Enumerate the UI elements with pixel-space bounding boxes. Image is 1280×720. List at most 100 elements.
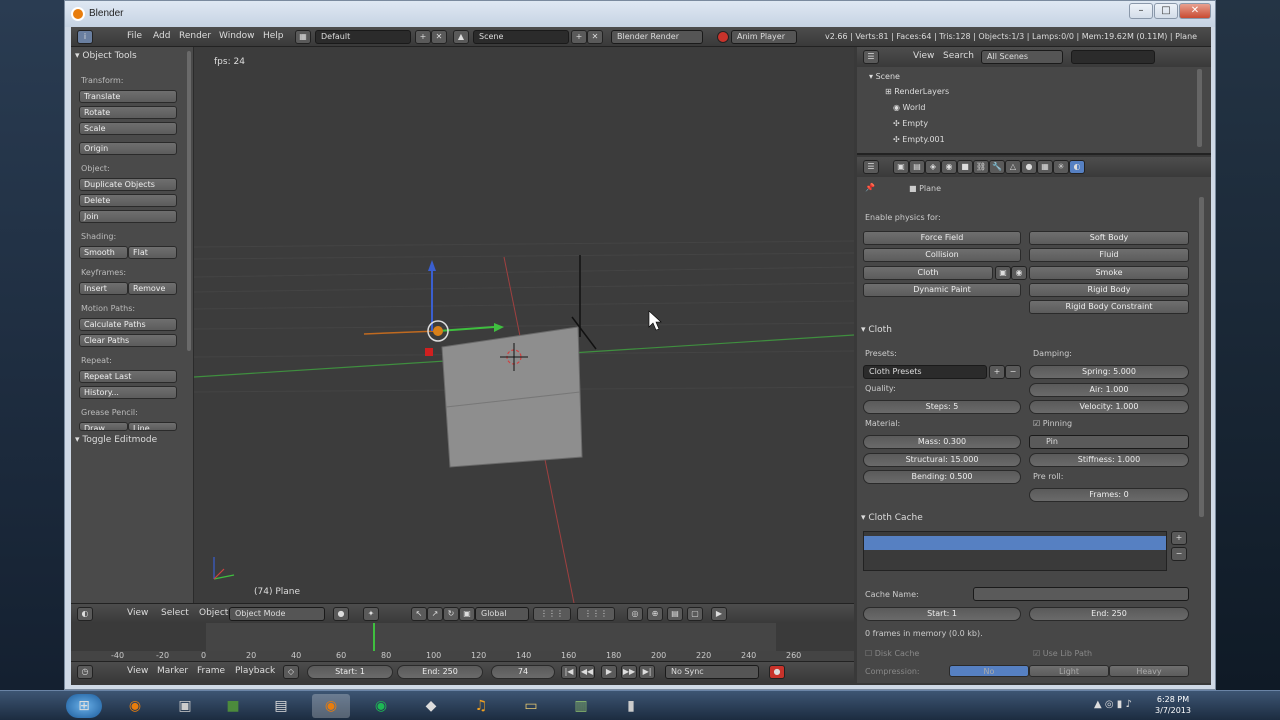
spring-field[interactable]: Spring: 5.000 [1029,365,1189,379]
editor-type-icon[interactable]: ◐ [77,607,93,621]
scale-button[interactable]: Scale [79,122,177,135]
texture-tab-icon[interactable]: ▦ [1037,160,1053,174]
object-tools-header[interactable]: ▾ Object Tools [75,51,137,61]
jump-end-icon[interactable]: ▶| [639,665,655,679]
outliner-row-empty001[interactable]: ✣ Empty.001 [893,132,1233,147]
menu-view[interactable]: View [127,608,148,618]
auto-key-icon[interactable]: ● [769,665,785,679]
current-frame-marker[interactable] [373,623,375,651]
scene-field[interactable]: Scene [473,30,569,44]
pin-icon[interactable]: 📌 [865,183,875,192]
cloth-panel-header[interactable]: ▾ Cloth [861,325,892,335]
properties-scrollbar[interactable] [1199,197,1204,517]
proportional-icon[interactable]: ◎ [627,607,643,621]
remove-scene-icon[interactable]: ✕ [587,30,603,44]
snap-icon[interactable]: ⊕ [647,607,663,621]
sync-dropdown[interactable]: No Sync [665,665,759,679]
data-tab-icon[interactable]: △ [1005,160,1021,174]
prev-key-icon[interactable]: ◀◀ [579,665,595,679]
screen-layout-icon[interactable]: ▦ [295,30,311,44]
outliner-row-world[interactable]: ◉ World [893,100,1233,115]
anim-player-button[interactable]: Anim Player [731,30,797,44]
translate-button[interactable]: Translate [79,90,177,103]
structural-field[interactable]: Structural: 15.000 [863,453,1021,467]
bending-field[interactable]: Bending: 0.500 [863,470,1021,484]
tool-shelf-scrollbar[interactable] [187,51,191,351]
menu-object[interactable]: Object [199,608,228,618]
layers-icon-2[interactable]: ⋮⋮⋮ [577,607,615,621]
add-preset-icon[interactable]: + [989,365,1005,379]
velocity-field[interactable]: Velocity: 1.000 [1029,400,1189,414]
layers-icon[interactable]: ⋮⋮⋮ [533,607,571,621]
add-cache-icon[interactable]: + [1171,531,1187,545]
menu-playback[interactable]: Playback [235,666,275,676]
app-icon-2[interactable]: ▮ [612,694,650,718]
menu-help[interactable]: Help [263,31,284,41]
outliner-row-renderlayers[interactable]: ⊞ RenderLayers [885,84,1225,99]
camera-icon[interactable]: ▶ [711,607,727,621]
snap-target-icon[interactable]: ▤ [667,607,683,621]
outliner-scrollbar[interactable] [1197,69,1202,147]
system-clock[interactable]: 6:28 PM 3/7/2013 [1150,694,1196,716]
close-button[interactable]: ✕ [1179,3,1211,19]
cloth-cache-header[interactable]: ▾ Cloth Cache [861,513,923,523]
material-tab-icon[interactable]: ● [1021,160,1037,174]
menu-select[interactable]: Select [161,608,189,618]
editor-type-icon[interactable]: ☰ [863,160,879,174]
toggle-editmode-header[interactable]: ▾ Toggle Editmode [75,435,157,445]
next-key-icon[interactable]: ▶▶ [621,665,637,679]
delete-button[interactable]: Delete [79,194,177,207]
origin-button[interactable]: Origin [79,142,177,155]
add-layout-icon[interactable]: + [415,30,431,44]
explorer-icon[interactable]: ▭ [512,694,550,718]
fluid-button[interactable]: Fluid [1029,248,1189,262]
manipulator-icon[interactable]: ↖ [411,607,427,621]
cloth-settings-icon[interactable]: ▣ [995,266,1011,280]
collision-button[interactable]: Collision [863,248,1021,262]
3d-viewport[interactable]: fps: 24 (74) Plane [194,47,854,603]
minimize-button[interactable]: – [1129,3,1153,19]
pivot-icon[interactable]: ✦ [363,607,379,621]
force-field-button[interactable]: Force Field [863,231,1021,245]
remove-cache-icon[interactable]: − [1171,547,1187,561]
end-frame-field[interactable]: End: 250 [397,665,483,679]
flat-button[interactable]: Flat [128,246,177,259]
tray-icons[interactable]: ▲ ◎ ▮ ♪ [1094,699,1132,710]
menu-view[interactable]: View [913,51,934,61]
draw-button[interactable]: Draw [79,422,128,431]
cache-list-item[interactable] [864,536,1166,550]
constraints-tab-icon[interactable]: ⛓ [973,160,989,174]
remove-preset-icon[interactable]: − [1005,365,1021,379]
outliner-search-input[interactable] [1071,50,1155,64]
menu-window[interactable]: Window [219,31,255,41]
editor-type-icon[interactable]: i [77,30,93,44]
mass-field[interactable]: Mass: 0.300 [863,435,1021,449]
menu-view[interactable]: View [127,666,148,676]
steps-field[interactable]: Steps: 5 [863,400,1021,414]
render-icon[interactable]: ▢ [687,607,703,621]
rotate-manip-icon[interactable]: ↻ [443,607,459,621]
compression-no-button[interactable]: No [949,665,1029,677]
smoke-button[interactable]: Smoke [1029,266,1189,280]
compression-light-button[interactable]: Light [1029,665,1109,677]
scene-icon[interactable]: ▲ [453,30,469,44]
app-icon[interactable]: ▣ [166,694,204,718]
shading-icon[interactable]: ● [333,607,349,621]
orientation-dropdown[interactable]: Global [475,607,529,621]
keyframe-icon[interactable]: ◇ [283,665,299,679]
unity-icon[interactable]: ◆ [412,694,450,718]
spotify-icon[interactable]: ◉ [362,694,400,718]
menu-file[interactable]: File [127,31,142,41]
outliner-row-scene[interactable]: ▾ Scene [869,69,1209,84]
files-icon[interactable]: ▥ [562,694,600,718]
pre-roll-frames-field[interactable]: Frames: 0 [1029,488,1189,502]
mode-dropdown[interactable]: Object Mode [229,607,325,621]
rigid-body-button[interactable]: Rigid Body [1029,283,1189,297]
start-frame-field[interactable]: Start: 1 [307,665,393,679]
dynamic-paint-button[interactable]: Dynamic Paint [863,283,1021,297]
clear-paths-button[interactable]: Clear Paths [79,334,177,347]
layers-tab-icon[interactable]: ▤ [909,160,925,174]
soft-body-button[interactable]: Soft Body [1029,231,1189,245]
pinning-checkbox[interactable]: ☑ Pinning [1033,419,1072,428]
render-engine-dropdown[interactable]: Blender Render [611,30,703,44]
